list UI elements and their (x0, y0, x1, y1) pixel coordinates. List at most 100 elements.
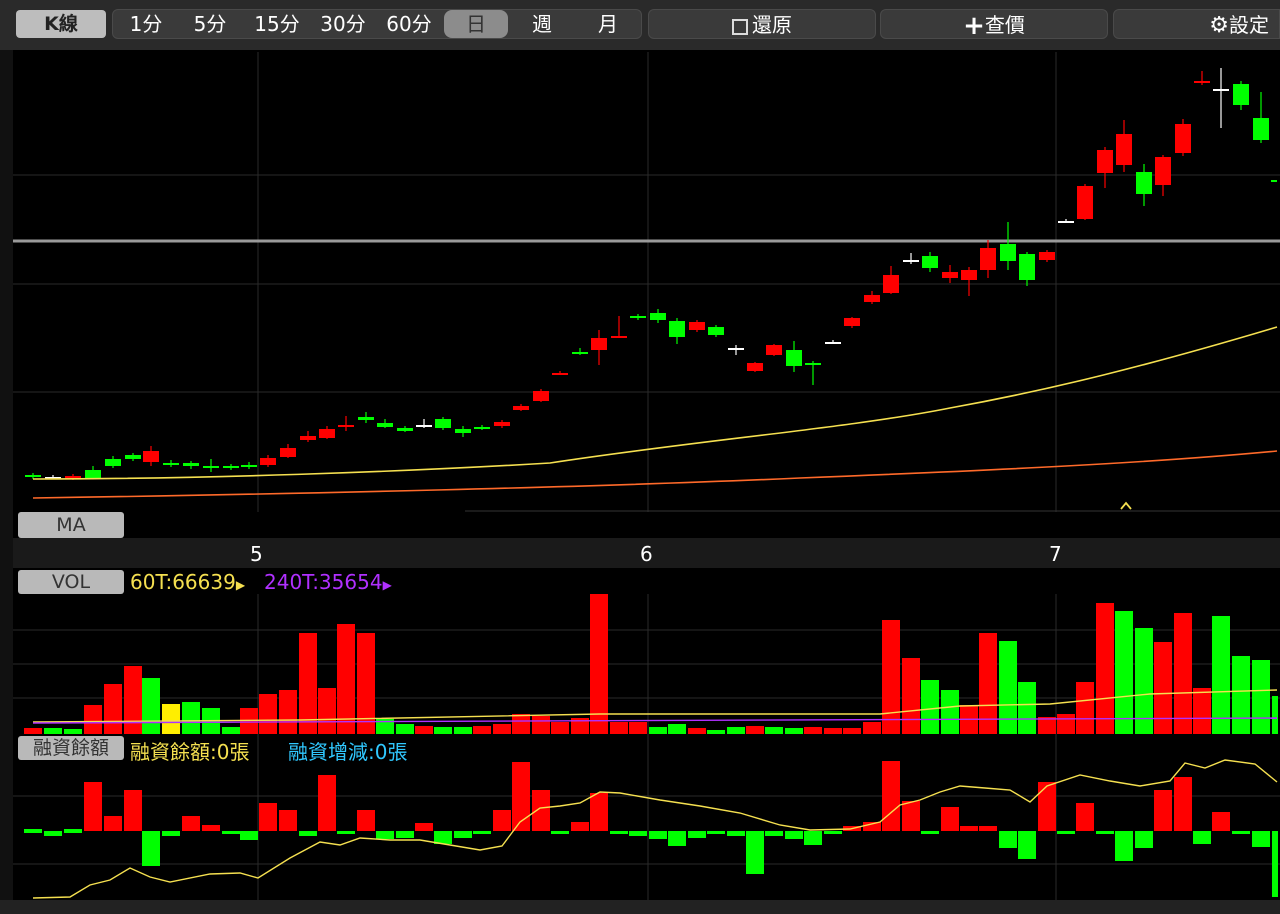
margin-change-bar (1018, 831, 1036, 859)
margin-change-bar (202, 825, 220, 831)
volume-bar (415, 726, 433, 734)
volume-ma240-label: 240T:35654▶ (264, 570, 392, 594)
volume-ma60-label: 60T:66639▶ (130, 570, 246, 594)
candle-body (1097, 150, 1113, 173)
candle-body (1194, 81, 1210, 83)
candle-body (1213, 89, 1229, 91)
candle-body (280, 448, 296, 457)
volume-bar (746, 726, 764, 734)
margin-change-bar (1252, 831, 1270, 847)
left-border (0, 50, 13, 914)
margin-change-bar (415, 823, 433, 831)
candle-body (1039, 252, 1055, 260)
volume-bar (299, 633, 317, 734)
candle-body (1000, 244, 1016, 261)
candle-body (611, 336, 627, 338)
volume-bar (941, 690, 959, 734)
month-label-6: 6 (640, 542, 653, 566)
candle-body (1116, 134, 1132, 165)
volume-bar (999, 641, 1017, 734)
volume-bar (396, 724, 414, 734)
candle-body (1019, 254, 1035, 280)
candle-body (319, 429, 335, 438)
volume-bar (863, 722, 881, 734)
margin-change-bar (240, 831, 258, 840)
margin-change-label: 融資增減:0張 (288, 740, 408, 764)
margin-change-bar (979, 826, 997, 831)
candle-body (552, 373, 568, 375)
month-label-5: 5 (250, 542, 263, 566)
volume-bar (1096, 603, 1114, 734)
volume-bar (1232, 656, 1250, 734)
volume-bar (222, 727, 240, 734)
volume-bar (318, 688, 336, 734)
candle-body (922, 256, 938, 268)
candle-body (358, 417, 374, 420)
margin-change-bar (1057, 831, 1075, 834)
candle-body (223, 466, 239, 468)
volume-bar (551, 722, 569, 734)
candle-body (125, 455, 141, 459)
volume-bar (707, 730, 725, 734)
candle-body (572, 352, 588, 354)
margin-change-bar (649, 831, 667, 839)
volume-bar (182, 702, 200, 734)
candle-body (494, 422, 510, 426)
volume-bar (473, 726, 491, 734)
margin-change-bar (590, 793, 608, 831)
candle-body (338, 425, 354, 427)
candle-body (669, 321, 685, 337)
margin-change-bar (64, 829, 82, 833)
volume-bar (590, 594, 608, 734)
volume-bar (668, 724, 686, 734)
candle-body (942, 272, 958, 278)
volume-bar (532, 716, 550, 734)
price-indicator-button[interactable]: MA (18, 512, 124, 538)
margin-indicator-button[interactable]: 融資餘額 (18, 736, 124, 760)
volume-bar (843, 728, 861, 734)
margin-change-bar (279, 810, 297, 831)
margin-change-bar (44, 831, 62, 836)
candle-body (786, 350, 802, 366)
candle-body (163, 463, 179, 465)
margin-change-bar (104, 816, 122, 831)
stock-chart[interactable] (0, 0, 1280, 914)
volume-bar (804, 727, 822, 734)
margin-change-bar (434, 831, 452, 844)
volume-bar (610, 722, 628, 734)
candle-body (300, 436, 316, 440)
volume-bar (104, 684, 122, 734)
volume-bar (1174, 613, 1192, 734)
volume-bar (124, 666, 142, 734)
candle-body (416, 425, 432, 427)
margin-change-bar (1232, 831, 1250, 834)
margin-change-bar (1174, 777, 1192, 831)
candle-body (455, 429, 471, 433)
margin-change-bar (882, 761, 900, 831)
volume-indicator-button[interactable]: VOL (18, 570, 124, 594)
candle-body (961, 270, 977, 280)
candle-body (183, 463, 199, 466)
margin-change-bar (1212, 812, 1230, 831)
margin-balance-label: 融資餘額:0張 (130, 740, 250, 764)
margin-change-bar (182, 816, 200, 831)
month-label-7: 7 (1049, 542, 1062, 566)
margin-change-bar (921, 831, 939, 834)
margin-change-bar (473, 831, 491, 834)
margin-change-bar (902, 801, 920, 831)
volume-bar (727, 727, 745, 734)
margin-change-bar (1193, 831, 1211, 844)
candle-body (435, 419, 451, 428)
candle-body (85, 470, 101, 478)
candle-body (864, 295, 880, 302)
volume-bar (921, 680, 939, 734)
margin-change-bar (222, 831, 240, 834)
volume-bar (824, 728, 842, 734)
candle-body (203, 466, 219, 468)
margin-change-bar (24, 829, 42, 833)
margin-change-bar (785, 831, 803, 839)
volume-bar (162, 704, 180, 734)
candle-body (903, 260, 919, 262)
volume-bar (434, 727, 452, 734)
margin-change-bar (1272, 831, 1278, 897)
